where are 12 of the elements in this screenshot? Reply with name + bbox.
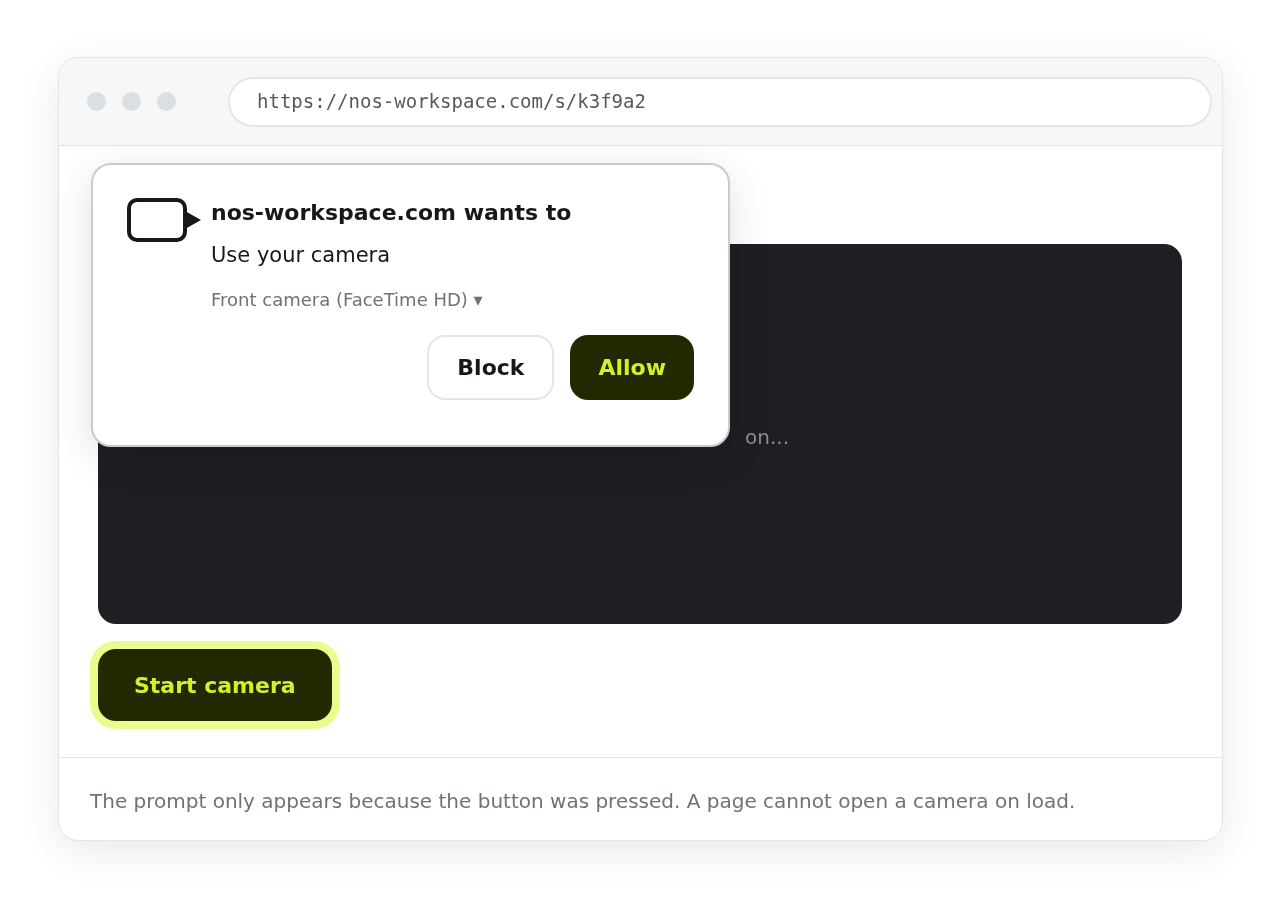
window-dot-icon[interactable] [157,92,176,111]
block-button[interactable]: Block [427,334,555,400]
window-dot-icon[interactable] [87,92,106,111]
footer-note: The prompt only appears because the button was pressed. A page cannot open a camera on load. [59,757,1222,816]
prompt-request: Use your camera [211,242,392,269]
allow-button[interactable]: Allow [570,334,694,400]
address-bar[interactable]: https://nos-workspace.com/s/k3f9a2 [228,76,1212,127]
prompt-title: nos-workspace.com wants to [211,199,572,227]
camera-icon [127,198,203,244]
window-dot-icon[interactable] [122,92,141,111]
camera-select[interactable]: Front camera (FaceTime HD) ▾ [211,285,572,313]
video-status-text: on... [745,425,789,449]
